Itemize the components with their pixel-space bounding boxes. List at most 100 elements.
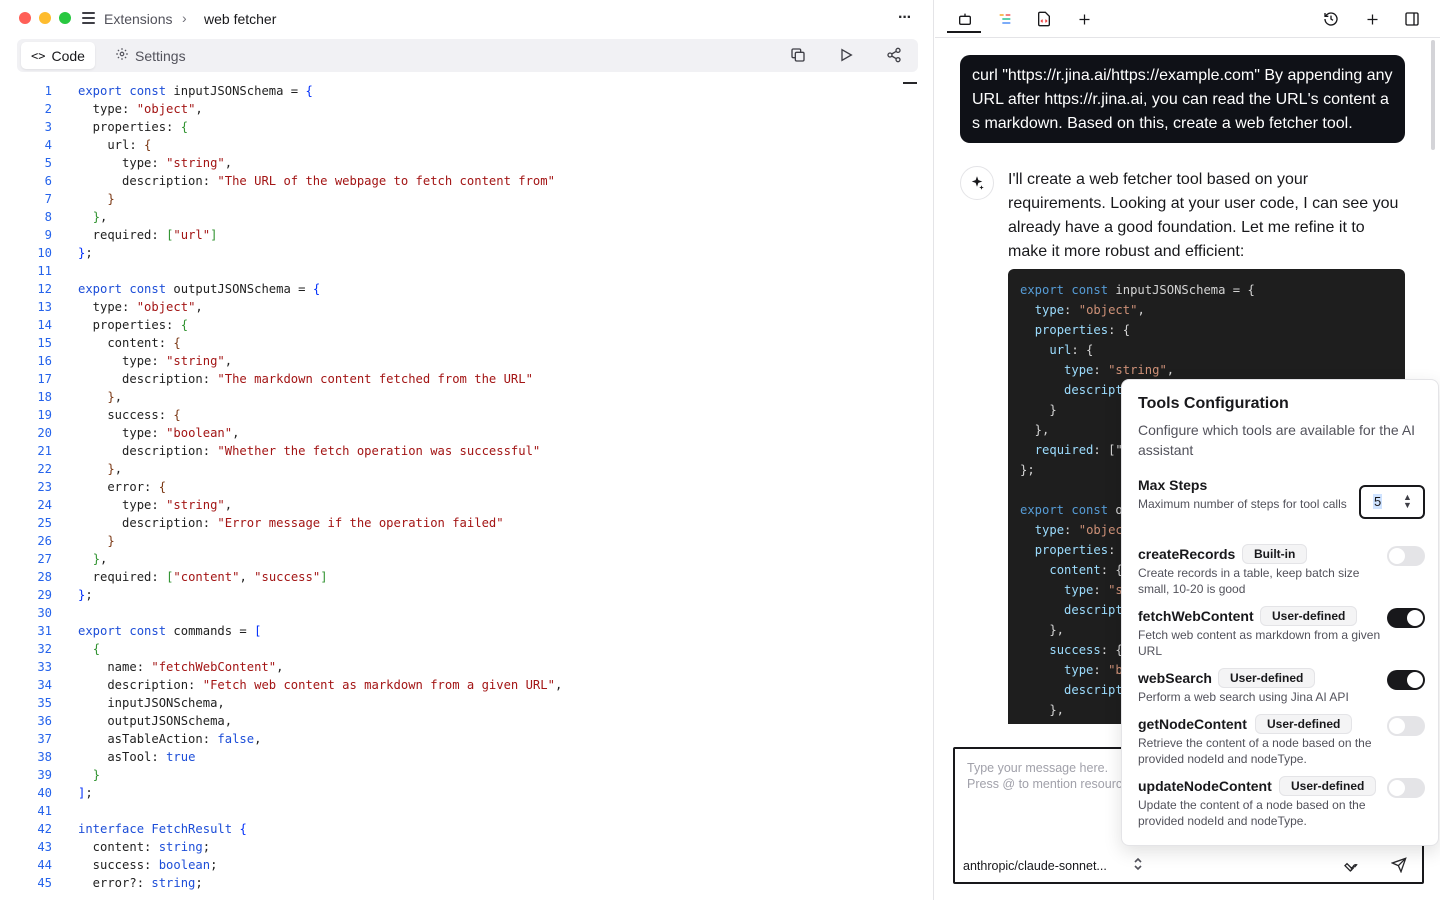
code-line[interactable]: 7 }: [17, 190, 917, 208]
tool-toggle[interactable]: [1387, 778, 1425, 798]
code-line[interactable]: 5 type: "string",: [17, 154, 917, 172]
code-line[interactable]: 13 type: "object",: [17, 298, 917, 316]
line-number: 6: [44, 174, 52, 188]
code-text: type: "boolean",: [78, 426, 240, 440]
code-line[interactable]: 29};: [17, 586, 917, 604]
list-tree-icon[interactable]: [995, 9, 1015, 29]
copy-icon[interactable]: [788, 45, 808, 65]
code-line[interactable]: 18 },: [17, 388, 917, 406]
new-chat-icon[interactable]: [1362, 9, 1382, 29]
code-line[interactable]: 35 inputJSONSchema,: [17, 694, 917, 712]
history-icon[interactable]: [1321, 9, 1341, 29]
toggle-knob: [1407, 672, 1423, 688]
line-number: 5: [44, 156, 52, 170]
model-selector[interactable]: anthropic/claude-sonnet...: [963, 859, 1107, 873]
code-line[interactable]: 42 interface FetchResult {: [17, 820, 917, 838]
run-icon[interactable]: [836, 45, 856, 65]
code-text: required: ["url"]: [78, 228, 218, 242]
robot-icon[interactable]: [955, 9, 975, 29]
tool-toggle[interactable]: [1387, 546, 1425, 566]
code-line[interactable]: 24 type: "string",: [17, 496, 917, 514]
file-code-icon[interactable]: [1034, 9, 1054, 29]
code-line[interactable]: 44 success: boolean;: [17, 856, 917, 874]
tab-code[interactable]: <> Code: [21, 42, 95, 69]
code-line[interactable]: 30: [17, 604, 917, 622]
code-line[interactable]: 1 export const inputJSONSchema = {: [17, 82, 917, 100]
code-line[interactable]: 20 type: "boolean",: [17, 424, 917, 442]
code-line[interactable]: 38 asTool: true: [17, 748, 917, 766]
send-icon[interactable]: [1390, 857, 1407, 876]
window-controls: [19, 12, 71, 24]
code-line[interactable]: 43 content: string;: [17, 838, 917, 856]
code-line[interactable]: 32 {: [17, 640, 917, 658]
sidebar-toggle-icon[interactable]: [1402, 9, 1422, 29]
code-line[interactable]: 23 error: {: [17, 478, 917, 496]
code-line[interactable]: 6 description: "The URL of the webpage t…: [17, 172, 917, 190]
code-line[interactable]: 36 outputJSONSchema,: [17, 712, 917, 730]
composer-placeholder-line1: Type your message here.: [967, 761, 1109, 775]
composer-placeholder[interactable]: Type your message here. Press @ to menti…: [967, 760, 1122, 792]
code-line[interactable]: 40];: [17, 784, 917, 802]
code-line[interactable]: 9 required: ["url"]: [17, 226, 917, 244]
code-text: }: [107, 192, 115, 206]
code-line[interactable]: 8 },: [17, 208, 917, 226]
breadcrumb-extensions[interactable]: Extensions: [104, 11, 172, 27]
code-line[interactable]: 11: [17, 262, 917, 280]
close-window-button[interactable]: [19, 12, 31, 24]
code-line[interactable]: 25 description: "Error message if the op…: [17, 514, 917, 532]
minimize-window-button[interactable]: [39, 12, 51, 24]
share-icon[interactable]: [884, 45, 904, 65]
hamburger-menu-icon[interactable]: [82, 12, 95, 24]
tool-toggle[interactable]: [1387, 670, 1425, 690]
ai-code-line: },: [1020, 423, 1050, 437]
code-icon: <>: [31, 48, 46, 63]
code-line[interactable]: 28 required: ["content", "success"]: [17, 568, 917, 586]
code-line[interactable]: 31 export const commands = [: [17, 622, 917, 640]
max-steps-stepper[interactable]: 5 ▲ ▼: [1359, 485, 1425, 519]
popover-title: Tools Configuration: [1138, 395, 1289, 412]
code-line[interactable]: 21 description: "Whether the fetch opera…: [17, 442, 917, 460]
code-line[interactable]: 22 },: [17, 460, 917, 478]
line-number: 23: [37, 480, 52, 494]
wrench-icon[interactable]: [1343, 857, 1359, 876]
code-text: },: [107, 462, 123, 476]
code-line[interactable]: 26 }: [17, 532, 917, 550]
code-line[interactable]: 41: [17, 802, 917, 820]
code-line[interactable]: 10};: [17, 244, 917, 262]
line-number: 17: [37, 372, 52, 386]
code-line[interactable]: 12 export const outputJSONSchema = {: [17, 280, 917, 298]
max-steps-value[interactable]: 5: [1373, 494, 1383, 509]
code-line[interactable]: 27 },: [17, 550, 917, 568]
code-line[interactable]: 2 type: "object",: [17, 100, 917, 118]
tool-toggle[interactable]: [1387, 716, 1425, 736]
more-options-icon[interactable]: ···: [898, 9, 912, 27]
code-line[interactable]: 34 description: "Fetch web content as ma…: [17, 676, 917, 694]
code-line[interactable]: 3 properties: {: [17, 118, 917, 136]
ai-code-line: },: [1020, 623, 1065, 637]
code-line[interactable]: 17 description: "The markdown content fe…: [17, 370, 917, 388]
ai-code-line: type: "string",: [1064, 363, 1175, 377]
code-text: inputJSONSchema,: [78, 696, 225, 710]
code-line[interactable]: 16 type: "string",: [17, 352, 917, 370]
code-line[interactable]: 45 error?: string;: [17, 874, 917, 892]
code-editor[interactable]: 1 export const inputJSONSchema = {2 type:…: [17, 80, 917, 895]
code-line[interactable]: 15 content: {: [17, 334, 917, 352]
code-line[interactable]: 37 asTableAction: false,: [17, 730, 917, 748]
tool-toggle[interactable]: [1387, 608, 1425, 628]
stepper-arrows-icon[interactable]: ▲ ▼: [1403, 493, 1412, 510]
line-number: 43: [37, 840, 52, 854]
editor-pane: Extensions › web fetcher ··· <> Code Set…: [0, 0, 934, 900]
code-line[interactable]: 14 properties: {: [17, 316, 917, 334]
tab-settings[interactable]: Settings: [105, 42, 196, 69]
add-tab-icon[interactable]: [1074, 9, 1094, 29]
maximize-window-button[interactable]: [59, 12, 71, 24]
chat-toolbar: [935, 0, 1440, 38]
code-line[interactable]: 33 name: "fetchWebContent",: [17, 658, 917, 676]
code-line[interactable]: 39 }: [17, 766, 917, 784]
line-number: 18: [37, 390, 52, 404]
code-line[interactable]: 4 url: {: [17, 136, 917, 154]
code-line[interactable]: 19 success: {: [17, 406, 917, 424]
ai-code-line: type: "objec: [1034, 523, 1123, 537]
chat-scrollbar[interactable]: [1431, 40, 1435, 150]
chevron-updown-icon[interactable]: [1133, 857, 1143, 874]
